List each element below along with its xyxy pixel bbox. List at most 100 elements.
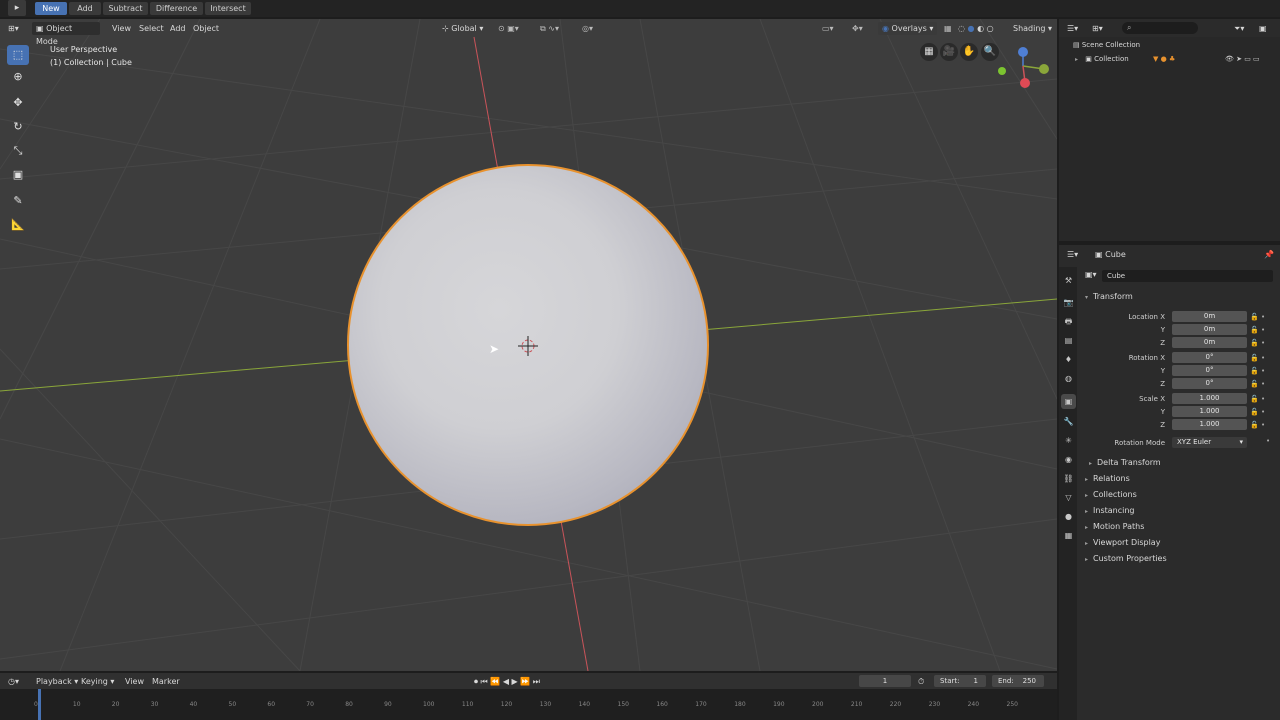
jump-end-icon[interactable]: ⏭: [533, 677, 540, 686]
wireframe-shading-icon[interactable]: ◌: [958, 24, 965, 33]
keyframe-dot-icon[interactable]: •: [1266, 437, 1270, 445]
pivot-icon[interactable]: ⊙ ▣▾: [498, 22, 519, 35]
instancing-panel[interactable]: ▸ Instancing: [1085, 506, 1135, 515]
texture-tab-icon[interactable]: ▦: [1061, 528, 1076, 543]
move-icon[interactable]: ✥: [7, 93, 29, 113]
custom-properties-panel[interactable]: ▸ Custom Properties: [1085, 554, 1167, 563]
transform-panel-header[interactable]: ▾ Transform: [1085, 292, 1133, 301]
lock-icon[interactable]: 🔓 •: [1250, 406, 1276, 419]
lock-icon[interactable]: 🔓 •: [1250, 378, 1276, 391]
pin-icon[interactable]: 📌: [1264, 248, 1274, 261]
stopwatch-icon[interactable]: ⏱: [918, 675, 924, 688]
collection-row[interactable]: ▸ ▣ Collection ▼ ● ♣ 👁 ➤ ▭ ▭: [1075, 54, 1280, 65]
current-frame-field[interactable]: 1: [859, 675, 911, 687]
relations-panel[interactable]: ▸ Relations: [1085, 474, 1130, 483]
view-object-types-icon[interactable]: ▭▾: [822, 22, 834, 35]
expand-arrow-icon[interactable]: ▸: [1075, 56, 1078, 63]
view-layer-tab-icon[interactable]: ▤: [1061, 333, 1076, 348]
scale-y-field[interactable]: 1.000: [1172, 406, 1247, 417]
3d-viewport[interactable]: ➤ ⊞▾ ▣ Object Mode View Select Add Objec…: [0, 19, 1057, 671]
lock-icon[interactable]: 🔓 •: [1250, 393, 1276, 406]
gizmo-toggle-icon[interactable]: ✥▾: [852, 22, 863, 35]
new-button[interactable]: New: [35, 2, 67, 15]
menu-view[interactable]: View: [112, 22, 131, 35]
jump-start-icon[interactable]: ⏮: [481, 677, 488, 686]
select-box-icon[interactable]: ⬚: [7, 45, 29, 65]
keying-menu[interactable]: Keying ▾: [81, 675, 114, 688]
scene-collection-row[interactable]: ▤ Scene Collection: [1073, 41, 1140, 49]
outliner-search-input[interactable]: ⌕: [1122, 22, 1198, 34]
camera-grid-icon[interactable]: ▦: [920, 43, 938, 61]
rotation-x-field[interactable]: 0°: [1172, 352, 1247, 363]
object-type-icon[interactable]: ▣▾: [1085, 270, 1097, 279]
material-shading-icon[interactable]: ◐: [977, 24, 984, 33]
play-reverse-icon[interactable]: ◀: [503, 677, 509, 686]
marker-menu[interactable]: Marker: [152, 675, 180, 688]
shading-modes[interactable]: ◌ ● ◐ ○: [958, 22, 994, 35]
location-z-field[interactable]: 0m: [1172, 337, 1247, 348]
mode-dropdown[interactable]: ▣ Object Mode: [32, 22, 100, 46]
transform-icon[interactable]: ▣: [7, 165, 29, 185]
solid-shading-icon[interactable]: ●: [968, 24, 975, 33]
rotation-y-field[interactable]: 0°: [1172, 365, 1247, 376]
new-collection-icon[interactable]: ▣: [1259, 22, 1267, 35]
menu-add[interactable]: Add: [170, 22, 186, 35]
end-frame-field[interactable]: End: 250: [992, 675, 1044, 687]
object-tab-icon[interactable]: ▣: [1061, 394, 1076, 409]
rotation-mode-dropdown[interactable]: XYZ Euler ▾: [1172, 437, 1247, 448]
lock-icon[interactable]: 🔓 •: [1250, 352, 1276, 365]
viewport-display-panel[interactable]: ▸ Viewport Display: [1085, 538, 1160, 547]
xray-toggle-icon[interactable]: ▦: [944, 22, 952, 35]
rotation-z-field[interactable]: 0°: [1172, 378, 1247, 389]
visibility-icons[interactable]: 👁 ➤ ▭ ▭: [1225, 54, 1260, 65]
difference-button[interactable]: Difference: [150, 2, 203, 15]
proportional-edit-icon[interactable]: ◎▾: [582, 22, 593, 35]
render-tab-icon[interactable]: 📷: [1061, 295, 1076, 310]
navigation-gizmo[interactable]: [993, 44, 1053, 94]
scale-x-field[interactable]: 1.000: [1172, 393, 1247, 404]
motion-paths-panel[interactable]: ▸ Motion Paths: [1085, 522, 1144, 531]
intersect-button[interactable]: Intersect: [205, 2, 251, 15]
lock-icon[interactable]: 🔓 •: [1250, 311, 1276, 324]
annotate-icon[interactable]: ✎: [7, 191, 29, 211]
collections-panel[interactable]: ▸ Collections: [1085, 490, 1137, 499]
transform-orientation-dropdown[interactable]: ⊹ Global ▾: [442, 22, 483, 35]
overlays-dropdown[interactable]: ◉ Overlays ▾: [878, 22, 938, 35]
display-mode-icon[interactable]: ⊞▾: [1092, 22, 1103, 35]
next-keyframe-icon[interactable]: ⏩: [520, 677, 530, 686]
output-tab-icon[interactable]: 🖶: [1061, 314, 1076, 329]
playback-menu[interactable]: Playback ▾: [36, 675, 78, 688]
editor-type-icon[interactable]: ⊞▾: [8, 22, 19, 35]
particles-tab-icon[interactable]: ✳: [1061, 433, 1076, 448]
rendered-shading-icon[interactable]: ○: [987, 24, 994, 33]
editor-type-icon[interactable]: ◷▾: [8, 675, 19, 688]
scale-icon[interactable]: ⤡: [7, 141, 29, 161]
filter-icon[interactable]: ⏷▾: [1234, 22, 1244, 35]
data-tab-icon[interactable]: ▽: [1061, 490, 1076, 505]
delta-transform-subpanel[interactable]: ▸ Delta Transform: [1089, 458, 1161, 467]
modifier-tab-icon[interactable]: 🔧: [1061, 414, 1076, 429]
location-y-field[interactable]: 0m: [1172, 324, 1247, 335]
lock-icon[interactable]: 🔓 •: [1250, 365, 1276, 378]
prev-keyframe-icon[interactable]: ⏪: [490, 677, 500, 686]
view-menu[interactable]: View: [125, 675, 144, 688]
add-button[interactable]: Add: [69, 2, 101, 15]
rotate-icon[interactable]: ↻: [7, 117, 29, 137]
menu-object[interactable]: Object: [193, 22, 219, 35]
measure-icon[interactable]: 📐: [7, 215, 29, 235]
snap-icon[interactable]: ⧉ ∿▾: [540, 22, 559, 35]
constraints-tab-icon[interactable]: ⛓: [1061, 471, 1076, 486]
record-icon[interactable]: ⏺: [474, 677, 478, 686]
tool-tab-icon[interactable]: ⚒: [1061, 273, 1076, 288]
physics-tab-icon[interactable]: ◉: [1061, 452, 1076, 467]
lock-icon[interactable]: 🔓 •: [1250, 324, 1276, 337]
editor-type-icon[interactable]: ▸: [8, 0, 26, 16]
editor-type-icon[interactable]: ☰▾: [1067, 248, 1078, 261]
menu-select[interactable]: Select: [139, 22, 164, 35]
pan-hand-icon[interactable]: ✋: [960, 43, 978, 61]
scale-z-field[interactable]: 1.000: [1172, 419, 1247, 430]
scene-tab-icon[interactable]: ♦: [1061, 352, 1076, 367]
subtract-button[interactable]: Subtract: [103, 2, 148, 15]
cursor-icon[interactable]: ⊕: [7, 67, 29, 87]
material-tab-icon[interactable]: ●: [1061, 509, 1076, 524]
